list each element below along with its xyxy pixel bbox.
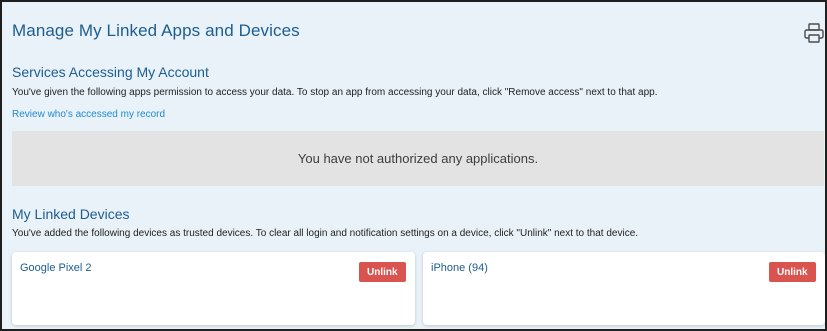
devices-description: You've added the following devices as tr… [12, 228, 639, 239]
linked-apps-panel: Manage My Linked Apps and Devices Servic… [0, 0, 827, 331]
empty-message: You have not authorized any applications… [297, 151, 539, 166]
services-section-title: Services Accessing My Account [12, 64, 209, 80]
no-apps-message-box: You have not authorized any applications… [12, 131, 824, 186]
unlink-button[interactable]: Unlink [359, 262, 406, 282]
page-title: Manage My Linked Apps and Devices [12, 21, 300, 40]
device-card: Google Pixel 2 Unlink [12, 252, 415, 325]
review-access-link[interactable]: Review who's accessed my record [12, 109, 165, 120]
device-name[interactable]: iPhone (94) [431, 262, 488, 274]
device-name[interactable]: Google Pixel 2 [20, 262, 92, 274]
services-description: You've given the following apps permissi… [12, 87, 658, 98]
device-card: iPhone (94) Unlink [423, 252, 825, 325]
unlink-button[interactable]: Unlink [769, 262, 816, 282]
printer-icon[interactable] [803, 22, 825, 44]
devices-section-title: My Linked Devices [12, 206, 130, 222]
